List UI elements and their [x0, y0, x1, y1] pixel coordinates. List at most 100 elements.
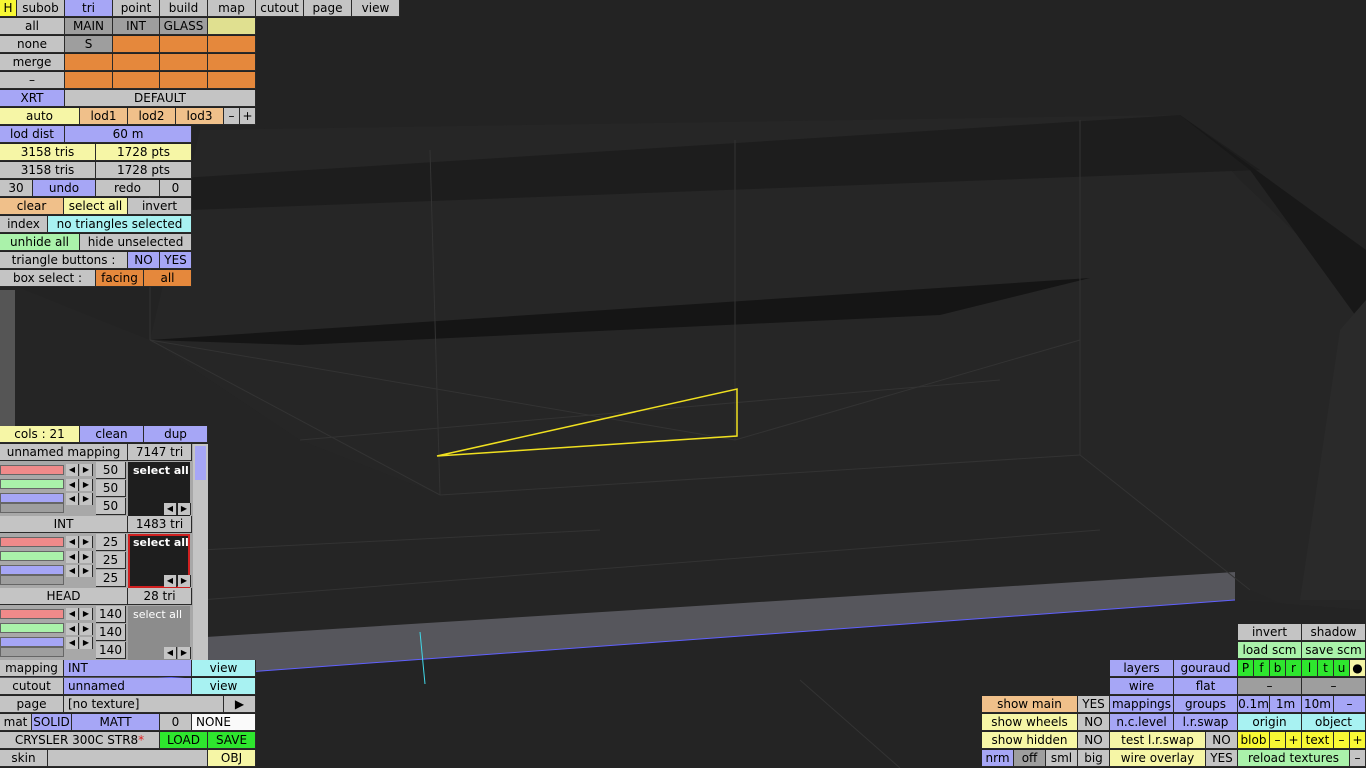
box-select-facing[interactable]: facing [96, 270, 144, 287]
big-button[interactable]: big [1078, 750, 1110, 767]
filter-all[interactable]: all [0, 18, 65, 35]
green-slider[interactable] [0, 623, 64, 633]
lod-minus-button[interactable]: – [224, 108, 240, 125]
reload-minus[interactable]: – [1350, 750, 1366, 767]
redo-button[interactable]: redo [96, 180, 160, 197]
filter-int[interactable]: INT [113, 18, 160, 35]
arrow-right-icon[interactable]: ▶ [80, 479, 93, 491]
arrow-right-icon[interactable]: ▶ [178, 647, 191, 659]
arrow-left-icon[interactable]: ◀ [164, 503, 177, 515]
h-button[interactable]: H [0, 0, 17, 17]
xrt-button[interactable]: XRT [0, 90, 65, 107]
red-slider[interactable] [0, 537, 64, 547]
arrow-right-icon[interactable]: ▶ [80, 536, 93, 548]
solid-button[interactable]: SOLID [32, 714, 72, 731]
menu-map[interactable]: map [208, 0, 256, 17]
mappings-button[interactable]: mappings [1110, 696, 1174, 713]
hide-unselected-button[interactable]: hide unselected [80, 234, 192, 251]
cutout-view-button[interactable]: view [192, 678, 256, 695]
menu-point[interactable]: point [113, 0, 160, 17]
arrow-left-icon[interactable]: ◀ [66, 536, 79, 548]
lod2-button[interactable]: lod2 [128, 108, 176, 125]
blob-plus[interactable]: + [1286, 732, 1302, 749]
mapping-value[interactable]: INT [64, 660, 192, 677]
lod-plus-button[interactable]: + [240, 108, 256, 125]
flag-p[interactable]: P [1238, 660, 1254, 677]
dash-button[interactable]: – [1302, 678, 1366, 695]
filter-slot[interactable] [208, 54, 256, 71]
filter-slot[interactable] [160, 54, 208, 71]
filter-s[interactable]: S [65, 36, 113, 53]
box-select-all[interactable]: all [144, 270, 192, 287]
flag-u[interactable]: u [1334, 660, 1350, 677]
load-scm-button[interactable]: load scm [1238, 642, 1302, 659]
matt-button[interactable]: MATT [72, 714, 160, 731]
filter-slot[interactable] [113, 72, 160, 89]
shadow-button[interactable]: shadow [1302, 624, 1366, 641]
swatch-select-all[interactable]: select all [133, 608, 182, 621]
blue-slider[interactable] [0, 637, 64, 647]
show-wheels-toggle[interactable]: NO [1078, 714, 1110, 731]
triangle-buttons-yes[interactable]: YES [160, 252, 192, 269]
alpha-slider[interactable] [0, 575, 64, 585]
red-slider[interactable] [0, 465, 64, 475]
nc-level-button[interactable]: n.c.level [1110, 714, 1174, 731]
arrow-right-icon[interactable]: ▶ [178, 503, 191, 515]
arrow-left-icon[interactable]: ◀ [66, 493, 79, 505]
flag-f[interactable]: f [1254, 660, 1270, 677]
arrow-right-icon[interactable]: ▶ [80, 637, 93, 649]
dist-01m[interactable]: 0.1m [1238, 696, 1270, 713]
text-button[interactable]: text [1302, 732, 1334, 749]
clean-button[interactable]: clean [80, 426, 144, 443]
blob-minus[interactable]: – [1270, 732, 1286, 749]
filter-slot[interactable] [208, 72, 256, 89]
filter-slot[interactable] [65, 54, 113, 71]
menu-tri[interactable]: tri [65, 0, 113, 17]
text-plus[interactable]: + [1350, 732, 1366, 749]
page-value[interactable]: [no texture] [64, 696, 224, 713]
arrow-left-icon[interactable]: ◀ [66, 623, 79, 635]
red-slider[interactable] [0, 609, 64, 619]
color-group-name[interactable]: INT [0, 516, 128, 533]
groups-button[interactable]: groups [1174, 696, 1238, 713]
gouraud-button[interactable]: gouraud [1174, 660, 1238, 677]
arrow-right-icon[interactable]: ▶ [178, 575, 191, 587]
filter-slot[interactable] [113, 54, 160, 71]
filter-minus[interactable]: – [0, 72, 65, 89]
cutout-value[interactable]: unnamed [64, 678, 192, 695]
dist-10m[interactable]: 10m [1302, 696, 1334, 713]
arrow-left-icon[interactable]: ◀ [66, 479, 79, 491]
arrow-left-icon[interactable]: ◀ [66, 551, 79, 563]
green-slider[interactable] [0, 479, 64, 489]
dist-1m[interactable]: 1m [1270, 696, 1302, 713]
color-group-name[interactable]: unnamed mapping [0, 444, 128, 461]
arrow-left-icon[interactable]: ◀ [66, 565, 79, 577]
origin-button[interactable]: origin [1238, 714, 1302, 731]
filter-slot[interactable] [113, 36, 160, 53]
arrow-left-icon[interactable]: ◀ [66, 608, 79, 620]
text-minus[interactable]: – [1334, 732, 1350, 749]
triangle-buttons-no[interactable]: NO [128, 252, 160, 269]
filter-glass[interactable]: GLASS [160, 18, 208, 35]
arrow-left-icon[interactable]: ◀ [164, 575, 177, 587]
menu-page[interactable]: page [304, 0, 352, 17]
arrow-right-icon[interactable]: ▶ [80, 623, 93, 635]
alpha-slider[interactable] [0, 647, 64, 657]
blue-slider[interactable] [0, 493, 64, 503]
nrm-button[interactable]: nrm [982, 750, 1014, 767]
arrow-left-icon[interactable]: ◀ [66, 637, 79, 649]
dist-minus[interactable]: – [1334, 696, 1366, 713]
page-arrow-icon[interactable]: ▶ [224, 696, 256, 713]
flag-l[interactable]: l [1302, 660, 1318, 677]
lod1-button[interactable]: lod1 [80, 108, 128, 125]
filter-empty-slot[interactable] [208, 18, 256, 35]
wire-button[interactable]: wire [1110, 678, 1174, 695]
arrow-left-icon[interactable]: ◀ [164, 647, 177, 659]
clear-button[interactable]: clear [0, 198, 64, 215]
menu-subob[interactable]: subob [17, 0, 65, 17]
off-button[interactable]: off [1014, 750, 1046, 767]
filter-none[interactable]: none [0, 36, 65, 53]
swatch-select-all[interactable]: select all [133, 536, 189, 549]
invert-button[interactable]: invert [1238, 624, 1302, 641]
wire-overlay-toggle[interactable]: YES [1206, 750, 1238, 767]
